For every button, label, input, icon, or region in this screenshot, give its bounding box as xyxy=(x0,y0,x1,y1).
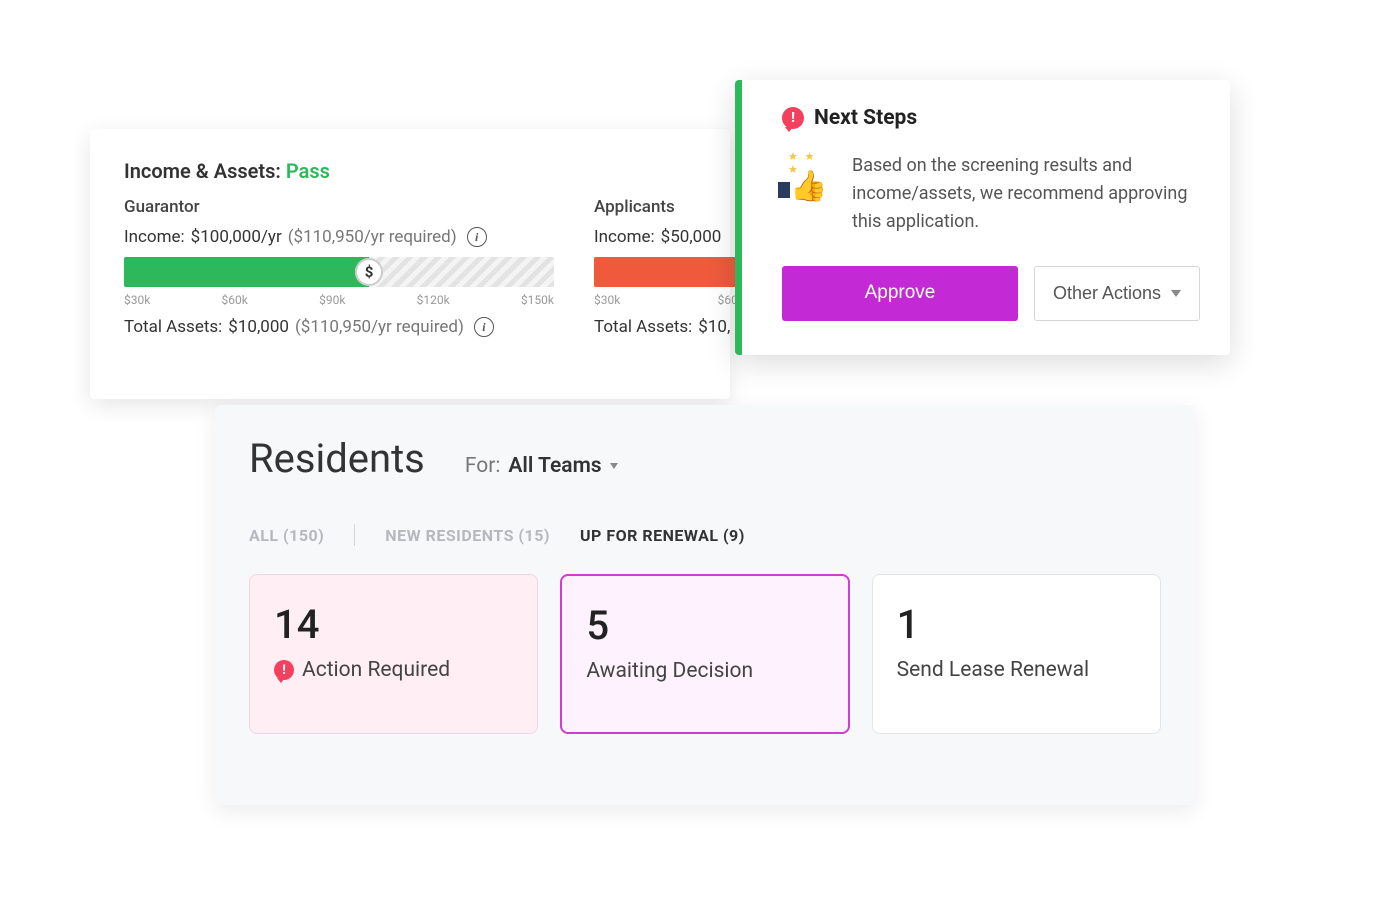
tick: $60k xyxy=(222,293,248,307)
next-steps-header: ! Next Steps xyxy=(782,106,1200,130)
guarantor-income-bar: $ xyxy=(124,257,554,287)
tab-up-for-renewal[interactable]: UP FOR RENEWAL (9) xyxy=(580,526,745,545)
card-label: Send Lease Renewal xyxy=(897,658,1089,682)
income-assets-card: Income & Assets: Pass Guarantor Income: … xyxy=(90,129,730,399)
guarantor-label: Guarantor xyxy=(124,197,554,217)
chevron-down-icon xyxy=(610,463,618,469)
alert-icon: ! xyxy=(274,660,294,680)
applicants-income-bar xyxy=(594,257,744,287)
residents-title: Residents xyxy=(249,435,425,482)
tick: $90k xyxy=(319,293,345,307)
card-count: 14 xyxy=(274,601,513,648)
applicants-income-line: Income: $50,000 xyxy=(594,227,744,247)
applicants-income-label: Income: xyxy=(594,227,655,247)
approve-button[interactable]: Approve xyxy=(782,266,1018,321)
applicants-assets-label: Total Assets: xyxy=(594,317,692,337)
applicants-assets-value: $10, xyxy=(698,317,730,337)
applicants-ticks: $30k $60k xyxy=(594,293,744,307)
tab-new-residents[interactable]: NEW RESIDENTS (15) xyxy=(385,526,550,545)
guarantor-income-value: $100,000/yr xyxy=(191,227,282,247)
residents-filter[interactable]: For: All Teams xyxy=(465,454,618,478)
bar-marker-icon: $ xyxy=(355,258,383,286)
card-count: 1 xyxy=(897,601,1136,648)
filter-prefix: For: xyxy=(465,454,501,478)
tab-all[interactable]: ALL (150) xyxy=(249,526,324,545)
bar-fill-red xyxy=(594,257,744,287)
tick: $30k xyxy=(124,293,150,307)
guarantor-ticks: $30k $60k $90k $120k $150k xyxy=(124,293,554,307)
card-action-required[interactable]: 14 ! Action Required xyxy=(249,574,538,734)
next-steps-card: ! Next Steps ★ ★ ★ 👍 Based on the screen… xyxy=(735,80,1230,355)
tick: $120k xyxy=(417,293,450,307)
guarantor-income-label: Income: xyxy=(124,227,185,247)
income-assets-status: Pass xyxy=(286,159,330,183)
guarantor-income-required: ($110,950/yr required) xyxy=(288,227,457,247)
tab-separator xyxy=(354,524,355,546)
card-send-lease-renewal[interactable]: 1 Send Lease Renewal xyxy=(872,574,1161,734)
other-actions-dropdown[interactable]: Other Actions xyxy=(1034,266,1200,321)
residents-panel: Residents For: All Teams ALL (150) NEW R… xyxy=(215,405,1195,805)
applicants-label: Applicants xyxy=(594,197,744,217)
guarantor-income-line: Income: $100,000/yr ($110,950/yr require… xyxy=(124,227,554,247)
card-label: Action Required xyxy=(302,658,450,682)
bar-fill-green xyxy=(124,257,369,287)
guarantor-column: Guarantor Income: $100,000/yr ($110,950/… xyxy=(124,197,554,347)
info-icon[interactable]: i xyxy=(474,317,494,337)
thumbs-up-icon: ★ ★ ★ 👍 xyxy=(782,152,832,202)
guarantor-assets-label: Total Assets: xyxy=(124,317,222,337)
tick: $150k xyxy=(521,293,554,307)
income-assets-title-prefix: Income & Assets: xyxy=(124,159,281,183)
next-steps-title: Next Steps xyxy=(814,106,917,130)
residents-tabs: ALL (150) NEW RESIDENTS (15) UP FOR RENE… xyxy=(249,524,1161,546)
applicants-column: Applicants Income: $50,000 $30k $60k Tot… xyxy=(594,197,744,347)
other-actions-label: Other Actions xyxy=(1053,283,1161,304)
next-steps-message: Based on the screening results and incom… xyxy=(852,152,1200,236)
guarantor-assets-value: $10,000 xyxy=(228,317,289,337)
card-count: 5 xyxy=(586,602,823,649)
alert-icon: ! xyxy=(782,107,804,129)
applicants-assets-line: Total Assets: $10, xyxy=(594,317,744,337)
chevron-down-icon xyxy=(1171,290,1181,297)
guarantor-assets-required: ($110,950/yr required) xyxy=(295,317,464,337)
card-label: Awaiting Decision xyxy=(586,659,753,683)
tick: $30k xyxy=(594,293,620,307)
applicants-income-value: $50,000 xyxy=(661,227,722,247)
info-icon[interactable]: i xyxy=(467,227,487,247)
guarantor-assets-line: Total Assets: $10,000 ($110,950/yr requi… xyxy=(124,317,554,337)
income-assets-title: Income & Assets: Pass xyxy=(124,159,696,183)
filter-value: All Teams xyxy=(508,454,601,478)
card-awaiting-decision[interactable]: 5 Awaiting Decision xyxy=(560,574,849,734)
